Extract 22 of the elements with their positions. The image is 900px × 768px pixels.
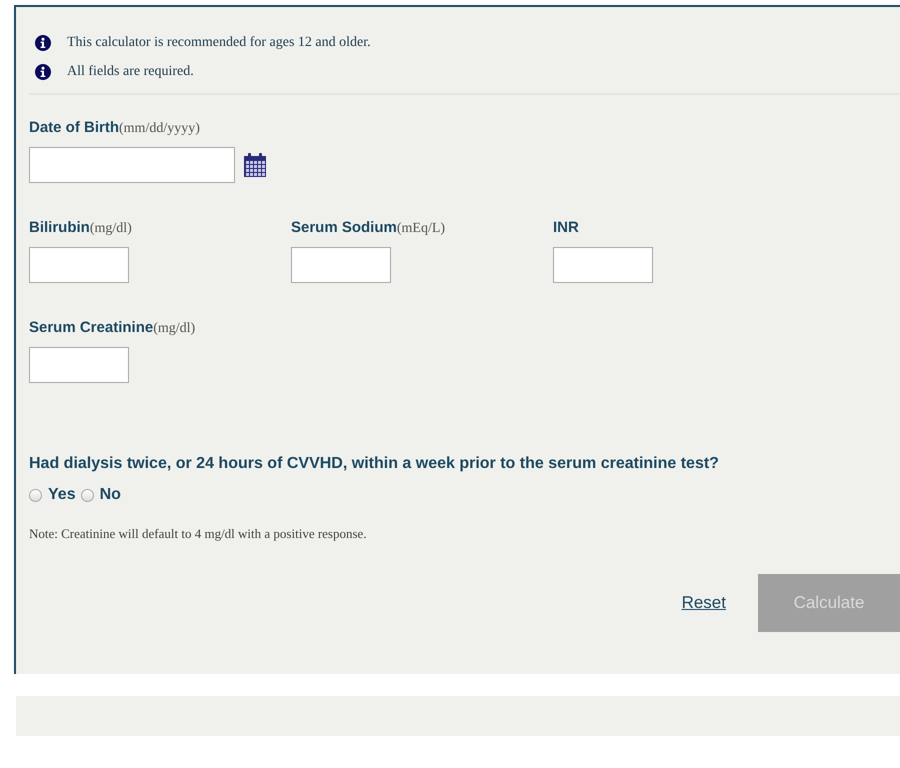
option-label: Yes [48,486,76,504]
date-input[interactable] [29,147,235,183]
number-input[interactable] [29,247,129,283]
number-input[interactable] [291,247,391,283]
note-text: Note: Creatinine will default to 4 mg/dl with a positive response. [29,526,368,542]
calendar-icon[interactable] [243,152,267,178]
option-label: No [100,486,121,504]
info-icon [35,35,51,51]
reset-link[interactable]: Reset [682,593,726,613]
field-label: Serum Creatinine(mg/dl) [29,319,196,337]
notice-text: This calculator is recommended for ages 12 and older. [67,35,371,51]
field-label: Bilirubin(mg/dl) [29,219,133,237]
radio-button[interactable] [80,488,94,502]
notice-text: All fields are required. [67,64,194,80]
field-label: Serum Sodium(mEq/L) [291,219,446,237]
field-label: INR [553,219,580,237]
field-label: Date of Birth(mm/dd/yyyy) [29,119,201,137]
question-text: Had dialysis twice, or 24 hours of CVVHD, within a week prior to the serum creatinine test? [29,454,720,474]
number-input[interactable] [553,247,653,283]
info-icon [35,64,51,80]
number-input[interactable] [29,347,129,383]
radio-button[interactable] [29,488,42,502]
